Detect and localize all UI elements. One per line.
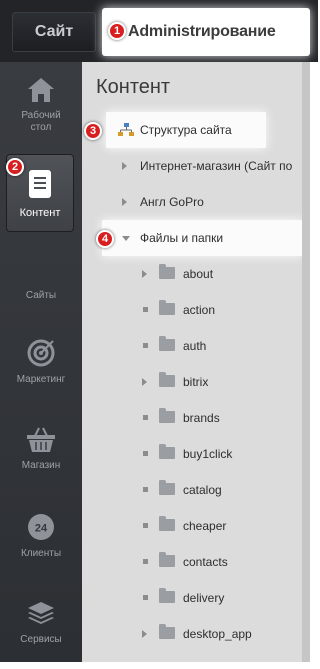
bullet-icon [143,487,148,492]
expand-arrow-icon[interactable] [142,378,147,386]
bullet-icon [143,415,148,420]
clients-24-icon: 24 [28,514,54,540]
folder-row[interactable]: catalog [82,472,302,508]
tree-item-angl-gopro[interactable]: Англ GoPro [82,184,302,220]
callout-marker-1: 1 [108,22,126,40]
content-panel: Контент Структура сайта 3 Интернет-магаз… [82,62,302,662]
home-icon [28,78,54,102]
folder-icon [159,588,175,603]
folder-icon [159,300,175,315]
folder-label: desktop_app [183,627,252,641]
sitemap-icon [118,123,134,136]
folder-row[interactable]: brands [82,400,302,436]
folder-label: cheaper [183,519,227,533]
layers-icon [28,602,54,624]
tree-item-label: Англ GoPro [140,195,204,209]
tab-administration-label: Administrирование [128,23,276,40]
folder-row[interactable]: bitrix [82,364,302,400]
sidebar-item-marketing[interactable]: Маркетинг [0,338,82,386]
callout-marker-2: 2 [6,158,24,176]
sidebar-item-sites[interactable]: Сайты [0,290,82,302]
bullet-icon [143,343,148,348]
left-sidebar: Рабочий стол Контент 2 Сайты Маркетинг М… [0,62,82,662]
folder-icon [159,480,175,495]
sidebar-item-label: Магазин [21,460,61,471]
expand-arrow-icon[interactable] [122,162,127,170]
folder-row[interactable]: auth [82,328,302,364]
folder-icon [159,444,175,459]
tree-item-label: Интернет-магазин (Сайт по [140,159,293,173]
callout-marker-3: 3 [84,122,102,140]
tree-item-label: Структура сайта [140,123,232,137]
tree-item-label: Файлы и папки [140,231,224,245]
folder-row[interactable]: desktop_app [82,616,302,652]
tab-site[interactable]: Сайт [12,12,96,52]
folder-icon [159,372,175,387]
sidebar-item-label: Сервисы [20,634,62,645]
folder-icon [159,624,175,639]
folder-label: buy1click [183,447,233,461]
folder-row[interactable]: about [82,256,302,292]
expand-arrow-icon[interactable] [142,270,147,278]
expand-arrow-icon[interactable] [122,198,127,206]
folder-row[interactable]: action [82,292,302,328]
sidebar-item-shop[interactable]: Магазин [0,426,82,472]
folder-label: catalog [183,483,222,497]
tree-item-files-folders[interactable]: Файлы и папки [82,220,302,256]
bullet-icon [143,523,148,528]
top-bar: Сайт Administrирование 1 [0,0,318,62]
bullet-icon [143,559,148,564]
folder-row[interactable]: contacts [82,544,302,580]
folder-row[interactable]: delivery [82,580,302,616]
callout-marker-4: 4 [96,230,114,248]
expand-arrow-icon[interactable] [142,630,147,638]
folder-label: contacts [183,555,228,569]
sidebar-item-label: Рабочий стол [21,110,61,133]
folder-icon [159,336,175,351]
bullet-icon [143,595,148,600]
sidebar-item-label: Сайты [25,290,57,301]
target-icon [27,339,55,367]
folder-label: brands [183,411,220,425]
sidebar-item-services[interactable]: Сервисы [0,600,82,646]
svg-text:24: 24 [35,523,48,535]
bullet-icon [143,307,148,312]
sidebar-item-label: Маркетинг [16,374,66,385]
document-icon [29,170,51,198]
folder-icon [159,408,175,423]
basket-icon [27,427,55,452]
folder-icon [159,552,175,567]
folder-row[interactable]: cheaper [82,508,302,544]
folder-label: auth [183,339,207,353]
bottom-frame [0,662,318,669]
sidebar-item-clients[interactable]: 24 Клиенты [0,512,82,560]
folder-icon [159,264,175,279]
folder-label: about [183,267,214,281]
sidebar-item-label: Контент [19,207,61,219]
scrollbar[interactable] [302,62,310,662]
folder-icon [159,516,175,531]
tab-administration[interactable]: Administrирование [102,8,310,56]
tree-item-site-structure[interactable]: Структура сайта [82,112,302,148]
folder-label: bitrix [183,375,209,389]
folder-label: delivery [183,591,225,605]
bullet-icon [143,451,148,456]
sidebar-item-label: Клиенты [20,548,62,559]
folder-label: action [183,303,216,317]
folder-row[interactable]: buy1click [82,436,302,472]
tree-item-eshop[interactable]: Интернет-магазин (Сайт по [82,148,302,184]
page-title: Контент [96,76,171,98]
collapse-arrow-icon[interactable] [122,236,130,241]
sidebar-item-desktop[interactable]: Рабочий стол [0,76,82,134]
